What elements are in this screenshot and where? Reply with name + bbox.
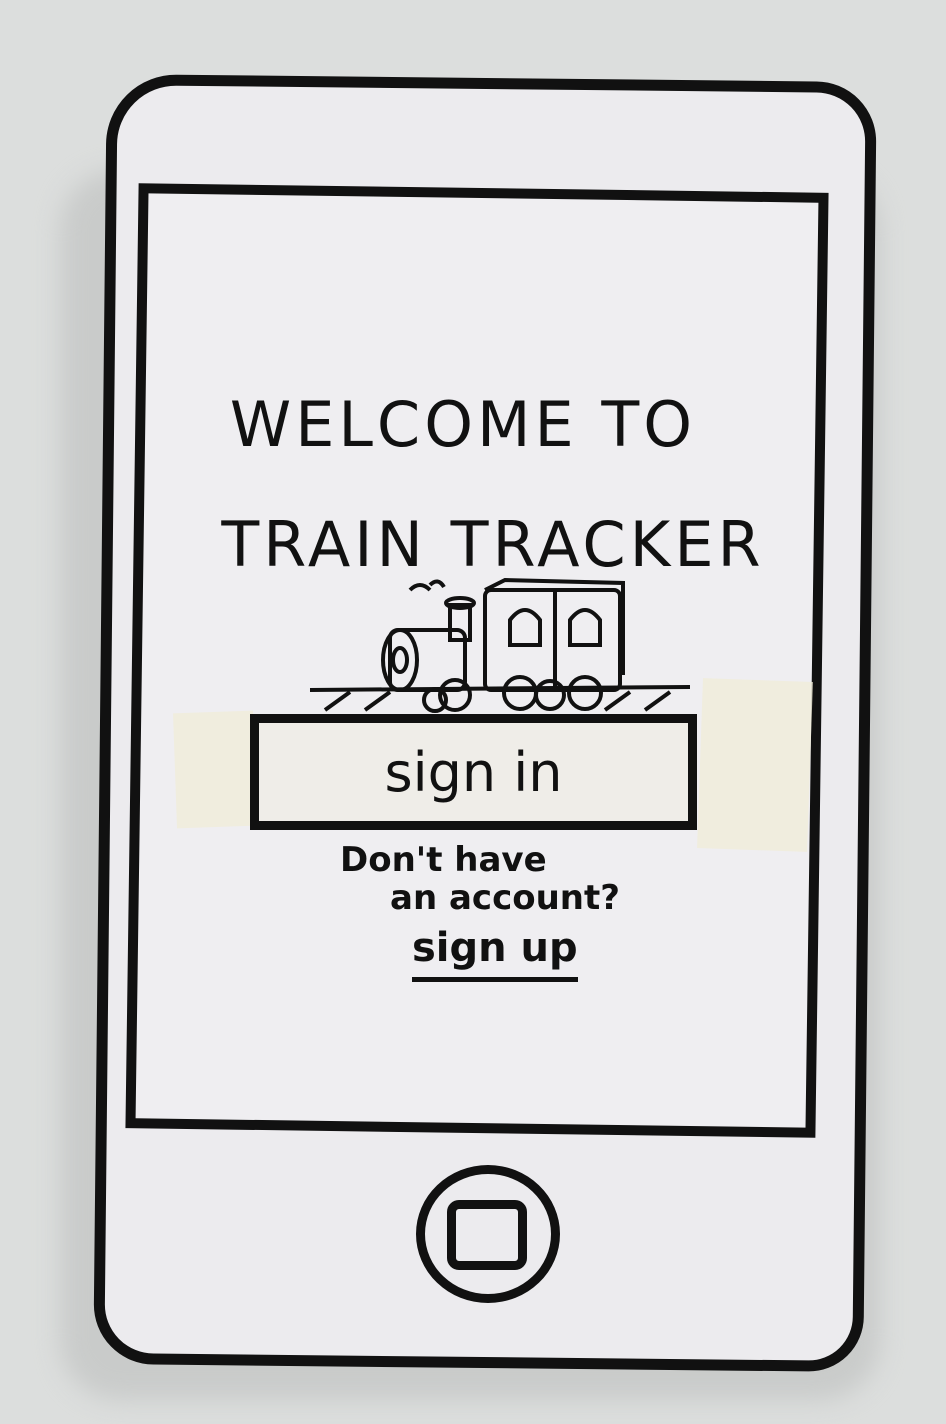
sign-in-button[interactable]: sign in — [250, 714, 697, 830]
signup-prompt-line2: an account? — [390, 878, 620, 918]
tape-left — [173, 710, 257, 829]
welcome-title-line2: TRAIN TRACKER — [221, 508, 765, 581]
train-icon — [309, 577, 691, 713]
tape-right — [697, 678, 813, 852]
signup-prompt-line1: Don't have — [340, 840, 547, 880]
sign-up-link[interactable]: sign up — [412, 925, 578, 982]
sign-in-label: sign in — [384, 740, 563, 804]
welcome-title-line1: WELCOME TO — [229, 388, 697, 461]
home-square-icon — [447, 1200, 527, 1270]
